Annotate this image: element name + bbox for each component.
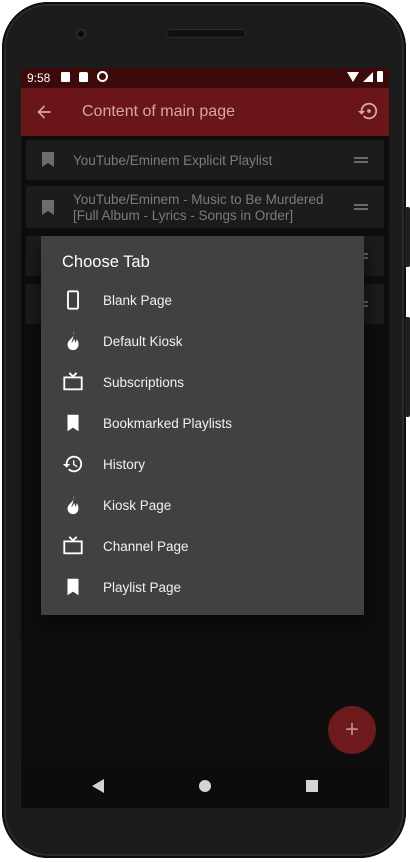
power-button	[405, 207, 410, 267]
bookmark-icon	[42, 152, 54, 167]
dialog-item-history[interactable]: History	[41, 445, 364, 486]
bookmark-icon	[67, 578, 79, 596]
nav-back-icon[interactable]	[92, 779, 104, 793]
status-time: 9:58	[27, 71, 51, 85]
dialog-item-blank-page[interactable]: Blank Page	[41, 281, 364, 322]
dialog-item-label: Blank Page	[103, 293, 173, 308]
page-title: Content of main page	[82, 103, 235, 120]
add-tab-button[interactable]: +	[328, 706, 376, 754]
tv-icon	[63, 372, 83, 391]
signal-icon	[363, 71, 373, 82]
choose-tab-dialog: Choose Tab Blank Page Default Kiosk Subs…	[41, 236, 364, 615]
dialog-title: Choose Tab	[62, 253, 150, 271]
drag-handle-icon[interactable]	[354, 157, 368, 163]
tab-list-item-label: YouTube/Eminem - Music to Be Murdered [Fu…	[73, 192, 324, 223]
nav-recents-icon[interactable]	[306, 780, 318, 792]
dialog-item-playlist-page[interactable]: Playlist Page	[41, 568, 364, 609]
wifi-icon	[347, 71, 359, 82]
navigation-bar	[21, 762, 389, 808]
notification-icon	[61, 72, 70, 82]
restore-defaults-icon[interactable]	[357, 100, 381, 124]
dialog-item-default-kiosk[interactable]: Default Kiosk	[41, 322, 364, 363]
front-camera	[75, 28, 87, 40]
fire-icon	[67, 330, 79, 351]
dialog-item-label: History	[103, 457, 146, 472]
dialog-item-label: Bookmarked Playlists	[103, 416, 233, 431]
tab-list-item[interactable]: YouTube/Eminem Explicit Playlist	[26, 140, 384, 180]
back-arrow-icon[interactable]	[31, 99, 57, 125]
drag-handle-icon[interactable]	[354, 204, 368, 210]
bookmark-icon	[42, 200, 54, 215]
tab-list-item[interactable]: YouTube/Eminem - Music to Be Murdered [Fu…	[26, 186, 384, 228]
dialog-item-label: Playlist Page	[103, 580, 182, 595]
volume-button	[405, 317, 410, 417]
dialog-item-channel-page[interactable]: Channel Page	[41, 527, 364, 568]
dialog-item-kiosk-page[interactable]: Kiosk Page	[41, 486, 364, 527]
dialog-item-label: Channel Page	[103, 539, 189, 554]
tv-icon	[63, 536, 83, 555]
dialog-item-bookmarked-playlists[interactable]: Bookmarked Playlists	[41, 404, 364, 445]
status-icons	[347, 71, 383, 82]
tab-list-item-label: YouTube/Eminem Explicit Playlist	[73, 153, 273, 168]
history-icon	[62, 455, 83, 473]
battery-icon	[377, 71, 383, 82]
sim-card-icon	[79, 72, 88, 82]
sync-icon	[97, 71, 108, 82]
bookmark-icon	[67, 414, 79, 432]
fire-icon	[67, 494, 79, 515]
status-bar: 9:58	[21, 68, 389, 88]
dialog-item-label: Subscriptions	[103, 375, 185, 390]
phone-icon	[67, 290, 79, 310]
dialog-item-label: Kiosk Page	[103, 498, 172, 513]
dialog-item-subscriptions[interactable]: Subscriptions	[41, 363, 364, 404]
nav-home-icon[interactable]	[199, 780, 211, 792]
dialog-item-label: Default Kiosk	[103, 334, 183, 349]
earpiece-speaker	[166, 29, 246, 38]
app-bar: Content of main page	[21, 88, 389, 136]
